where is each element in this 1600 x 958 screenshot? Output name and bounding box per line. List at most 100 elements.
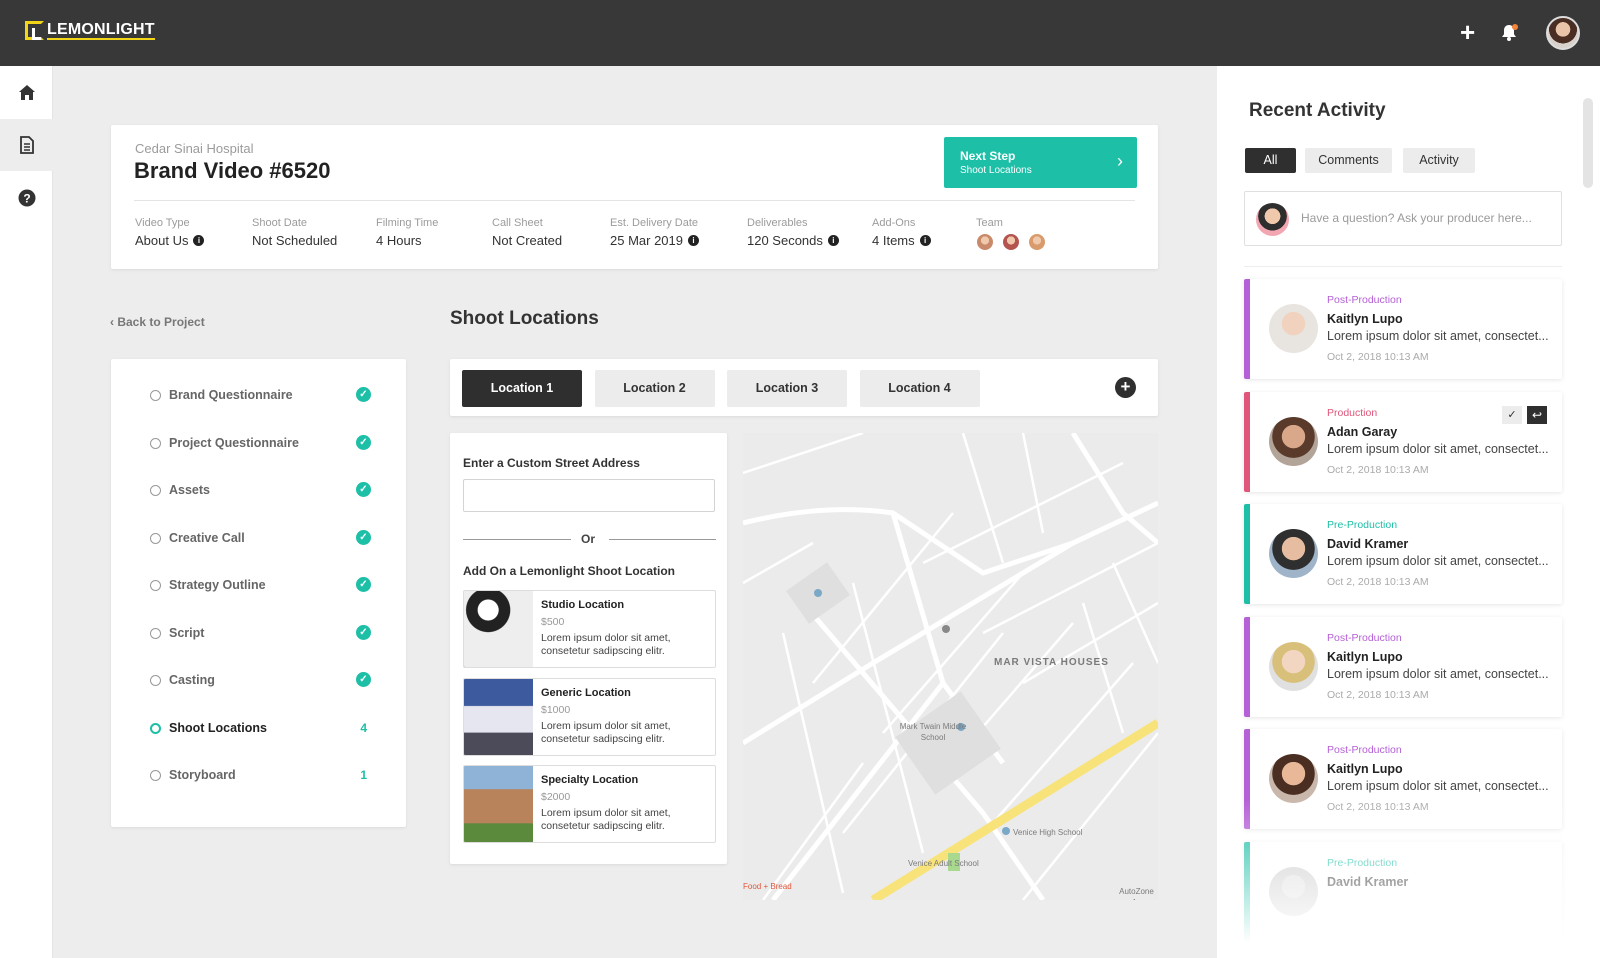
- meta-value: About Us i: [135, 233, 205, 248]
- next-step-button[interactable]: Next Step Shoot Locations ›: [944, 137, 1137, 188]
- location-price: $2000: [541, 791, 571, 803]
- team-avatar[interactable]: [1028, 233, 1046, 251]
- user-avatar[interactable]: [1546, 16, 1580, 50]
- step-item[interactable]: Script ✓: [150, 624, 371, 645]
- meta-item: Add-Ons 4 Items i: [872, 217, 931, 248]
- step-radio-icon: [150, 437, 161, 449]
- activity-card[interactable]: Production Adan Garay Lorem ipsum dolor si…: [1244, 391, 1562, 492]
- meta-value: 25 Mar 2019 i: [610, 233, 699, 248]
- avatar: [1269, 416, 1318, 466]
- activity-stage: Production: [1327, 406, 1378, 419]
- tab-location[interactable]: Location 4: [859, 370, 980, 407]
- activity-card[interactable]: Post-Production Kaitlyn Lupo Lorem ipsum d…: [1244, 616, 1562, 717]
- location-image: [464, 591, 533, 667]
- info-icon[interactable]: i: [193, 235, 205, 246]
- meta-value: 4 Hours: [376, 233, 438, 248]
- step-label: Brand Questionnaire: [169, 388, 293, 402]
- notification-dot: [1512, 24, 1518, 30]
- activity-author: David Kramer: [1327, 537, 1409, 551]
- home-nav[interactable]: [0, 66, 53, 118]
- logo-text: LEMONLIGHT: [47, 20, 155, 40]
- meta-value-text: 4 Hours: [376, 233, 422, 248]
- filter-all[interactable]: All: [1245, 148, 1296, 173]
- location-price: $1000: [541, 703, 571, 716]
- meta-item: Team: [976, 217, 1049, 251]
- recent-activity-panel: Recent Activity All Comments Activity Have…: [1217, 66, 1600, 958]
- step-label: Storyboard: [169, 768, 236, 782]
- address-label: Enter a Custom Street Address: [463, 456, 640, 470]
- step-item[interactable]: Creative Call ✓: [150, 529, 371, 550]
- map-credit: AutoZone Au: [1119, 887, 1154, 900]
- info-icon[interactable]: i: [688, 235, 699, 246]
- location-option-card[interactable]: Specialty Location $2000 Lorem ipsum dolor…: [463, 765, 716, 843]
- scrollbar[interactable]: [1583, 98, 1593, 188]
- location-description: Lorem ipsum dolor sit amet, consetetur s…: [541, 807, 671, 832]
- tab-location[interactable]: Location 3: [727, 370, 847, 407]
- step-item[interactable]: Strategy Outline ✓: [150, 577, 371, 597]
- activity-card[interactable]: Pre-Production David Kramer Lorem ipsum do…: [1244, 504, 1562, 604]
- step-radio-icon: [150, 390, 161, 401]
- step-item[interactable]: Shoot Locations 4: [150, 720, 371, 740]
- activity-stage: Post-Production: [1327, 744, 1402, 756]
- add-location-button[interactable]: +: [1115, 377, 1136, 398]
- location-image: [464, 766, 533, 842]
- step-item[interactable]: Brand Questionnaire ✓: [150, 387, 371, 407]
- divider: [463, 539, 571, 540]
- step-label: Script: [169, 625, 205, 640]
- svg-text:?: ?: [23, 192, 30, 206]
- meta-key: Call Sheet: [492, 217, 543, 229]
- info-icon[interactable]: i: [919, 235, 931, 246]
- location-option-card[interactable]: Generic Location $1000 Lorem ipsum dolor s…: [463, 677, 716, 756]
- document-nav[interactable]: [0, 119, 53, 171]
- addon-label: Add On a Lemonlight Shoot Location: [463, 564, 675, 578]
- meta-item: Call Sheet Not Created: [492, 217, 562, 248]
- check-icon: ✓: [356, 482, 371, 497]
- meta-item: Deliverables 120 Seconds i: [747, 217, 839, 248]
- meta-value: Not Created: [492, 233, 562, 248]
- plus-icon[interactable]: +: [1460, 19, 1475, 45]
- team-avatar[interactable]: [1002, 233, 1020, 251]
- ask-placeholder: Have a question? Ask your producer here.…: [1301, 211, 1532, 225]
- meta-value-text: Not Created: [492, 233, 563, 248]
- back-to-project-link[interactable]: ‹ Back to Project: [110, 315, 205, 329]
- stage-color-bar: [1244, 616, 1250, 717]
- activity-card[interactable]: Post-Production Kaitlyn Lupo Lorem ipsum d…: [1244, 279, 1562, 379]
- ask-producer-box[interactable]: Have a question? Ask your producer here.…: [1244, 191, 1562, 246]
- filter-comments[interactable]: Comments: [1305, 148, 1392, 173]
- activity-text: Lorem ipsum dolor sit amet, consectet...: [1327, 329, 1549, 343]
- reply-icon[interactable]: ↩: [1527, 405, 1547, 424]
- project-title: Brand Video #6520: [134, 158, 331, 183]
- help-nav[interactable]: ?: [0, 172, 53, 224]
- meta-value-text: Not Scheduled: [252, 233, 338, 248]
- meta-item: Shoot Date Not Scheduled: [252, 217, 337, 248]
- tab-location[interactable]: Location 2: [594, 370, 715, 407]
- step-item[interactable]: Storyboard 1: [150, 767, 371, 787]
- meta-item: Filming Time 4 Hours: [376, 217, 438, 248]
- step-item[interactable]: Casting ✓: [150, 672, 371, 692]
- map-area-label: MAR VISTA HOUSES: [994, 657, 1109, 668]
- activity-text: Lorem ipsum dolor sit amet, consectet...: [1327, 441, 1549, 456]
- activity-stage: Post-Production: [1327, 294, 1402, 306]
- team-avatar[interactable]: [976, 233, 994, 251]
- meta-value: [976, 233, 1049, 251]
- activity-author: Kaitlyn Lupo: [1327, 649, 1403, 664]
- map-poi-label: Food + Bread: [743, 882, 792, 891]
- step-item[interactable]: Project Questionnaire ✓: [150, 434, 371, 455]
- check-icon[interactable]: ✓: [1502, 405, 1522, 424]
- location-name: Specialty Location: [541, 774, 639, 786]
- brand-logo[interactable]: LEMONLIGHT: [25, 21, 155, 40]
- stage-color-bar: [1244, 504, 1250, 604]
- tab-location[interactable]: Location 1: [462, 370, 582, 407]
- step-label: Project Questionnaire: [169, 435, 299, 450]
- meta-key: Est. Delivery Date: [610, 217, 699, 229]
- info-icon[interactable]: i: [827, 235, 839, 246]
- meta-key: Add-Ons: [872, 217, 916, 229]
- stage-color-bar: [1244, 391, 1250, 492]
- step-item[interactable]: Assets ✓: [150, 482, 371, 502]
- address-input[interactable]: [463, 479, 715, 512]
- map-view[interactable]: MAR VISTA HOUSES Mark Twain Middle Schoo…: [743, 433, 1158, 900]
- divider: [1244, 266, 1562, 267]
- filter-activity[interactable]: Activity: [1403, 148, 1475, 173]
- client-name: Cedar Sinai Hospital: [135, 141, 254, 156]
- location-option-card[interactable]: Studio Location $500 Lorem ipsum dolor sit…: [463, 590, 716, 668]
